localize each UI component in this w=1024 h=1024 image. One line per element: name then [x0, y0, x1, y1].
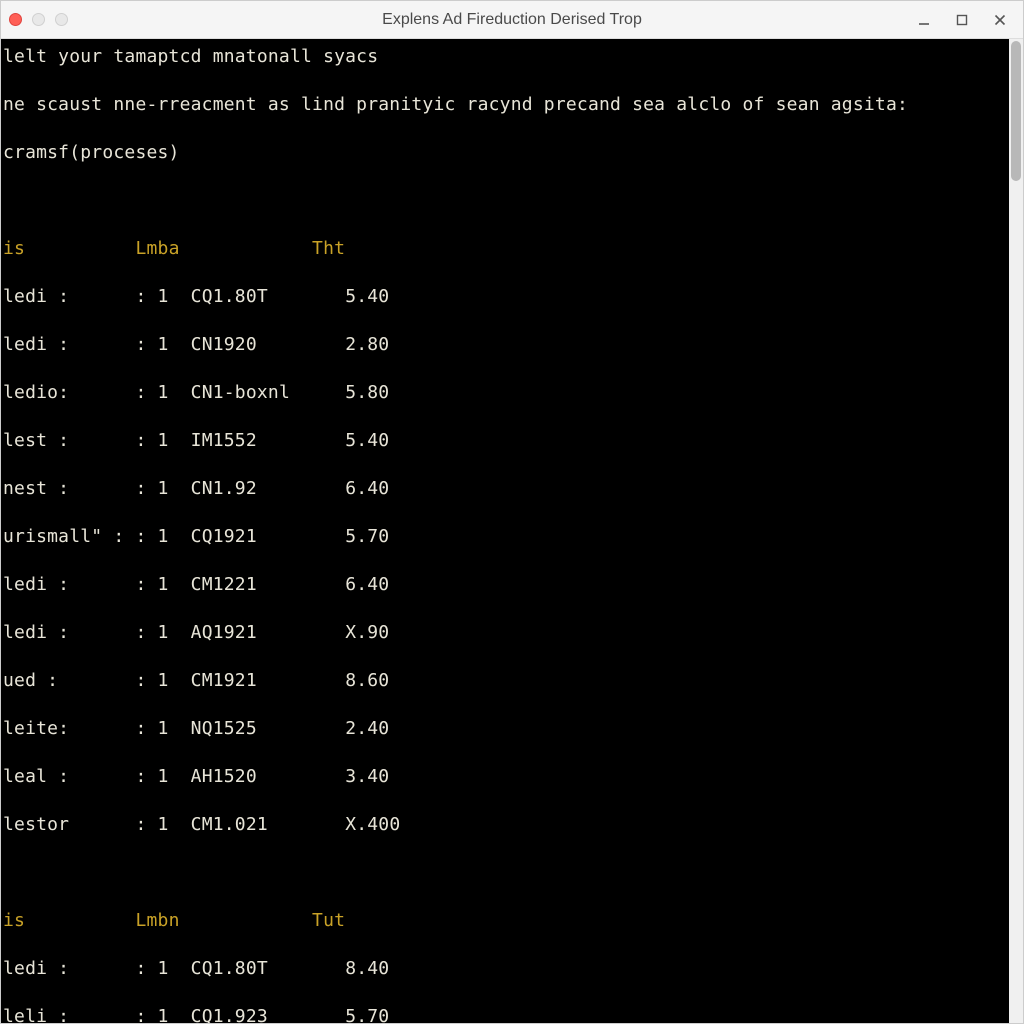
minimize-icon[interactable] [32, 13, 45, 26]
table-row: leal : : 1 AH1520 3.40 [3, 765, 1009, 789]
blank-line [3, 861, 1009, 885]
table-row: lest : : 1 IM1552 5.40 [3, 429, 1009, 453]
group-header: is Lmbn Tut [3, 909, 1009, 933]
window-controls [905, 4, 1019, 36]
table-row: urismall" : : 1 CQ1921 5.70 [3, 525, 1009, 549]
restore-button[interactable] [943, 4, 981, 36]
blank-line [3, 189, 1009, 213]
maximize-icon[interactable] [55, 13, 68, 26]
traffic-lights [9, 13, 68, 26]
table-row: ued : : 1 CM1921 8.60 [3, 669, 1009, 693]
table-row: ledi : : 1 CQ1.80T 5.40 [3, 285, 1009, 309]
close-icon[interactable] [9, 13, 22, 26]
table-row: ledi : : 1 CN1920 2.80 [3, 333, 1009, 357]
table-row: ledi : : 1 AQ1921 X.90 [3, 621, 1009, 645]
window-title: Explens Ad Fireduction Derised Trop [382, 11, 642, 29]
table-row: lestor : 1 CM1.021 X.400 [3, 813, 1009, 837]
minimize-button[interactable] [905, 4, 943, 36]
intro-line: cramsf(proceses) [3, 141, 1009, 165]
close-button[interactable] [981, 4, 1019, 36]
table-row: ledio: : 1 CN1-boxnl 5.80 [3, 381, 1009, 405]
table-row: ledi : : 1 CQ1.80T 8.40 [3, 957, 1009, 981]
group-header: is Lmba Tht [3, 237, 1009, 261]
window: Explens Ad Fireduction Derised Trop lelt… [0, 0, 1024, 1024]
intro-line: lelt your tamaptcd mnatonall syacs [3, 45, 1009, 69]
table-row: ledi : : 1 CM1221 6.40 [3, 573, 1009, 597]
terminal-output[interactable]: lelt your tamaptcd mnatonall syacs ne sc… [1, 39, 1009, 1023]
intro-line: ne scaust nne-rreacment as lind pranityi… [3, 93, 1009, 117]
titlebar: Explens Ad Fireduction Derised Trop [1, 1, 1023, 39]
scrollbar[interactable] [1009, 39, 1023, 1023]
scroll-thumb[interactable] [1011, 41, 1021, 181]
table-row: leite: : 1 NQ1525 2.40 [3, 717, 1009, 741]
terminal-area: lelt your tamaptcd mnatonall syacs ne sc… [1, 39, 1023, 1023]
table-row: nest : : 1 CN1.92 6.40 [3, 477, 1009, 501]
table-row: leli : : 1 CQ1.923 5.70 [3, 1005, 1009, 1023]
